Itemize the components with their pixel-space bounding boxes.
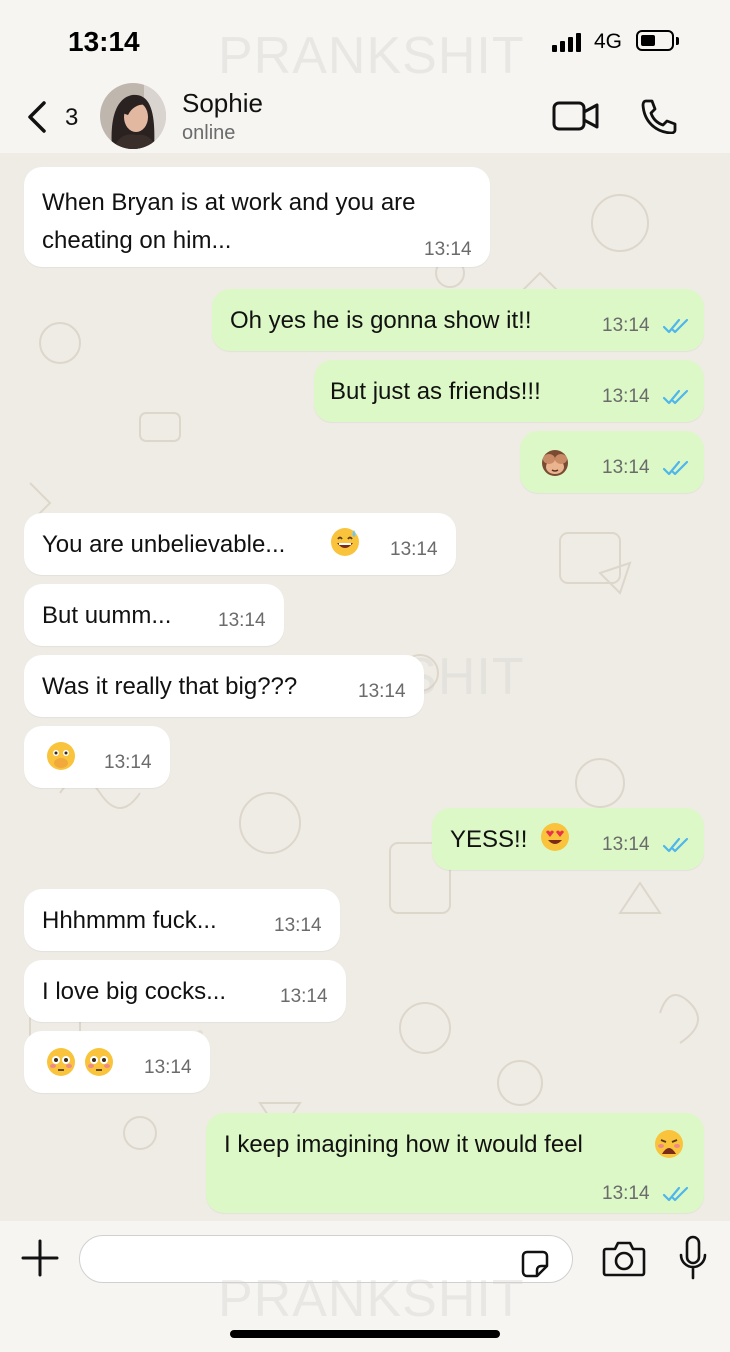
message-text: YESS!! — [450, 826, 528, 853]
message-time: 13:14 — [602, 386, 650, 407]
read-receipt-icon — [662, 317, 690, 335]
message-time: 13:14 — [104, 752, 152, 773]
message-text: But just as friends!!! — [330, 378, 541, 405]
message-time: 13:14 — [144, 1057, 192, 1078]
message-time: 13:14 — [390, 539, 438, 560]
message-time: 13:14 — [602, 834, 650, 855]
message-time: 13:14 — [602, 457, 650, 478]
incoming-message[interactable]: Was it really that big??? 13:14 — [24, 655, 424, 717]
read-receipt-icon — [662, 836, 690, 854]
message-time: 13:14 — [424, 239, 472, 260]
chat-header: 3 Sophie online — [0, 80, 730, 153]
microphone-icon[interactable] — [678, 1235, 708, 1281]
unread-count[interactable]: 3 — [65, 104, 78, 132]
network-type: 4G — [594, 30, 623, 53]
message-time: 13:14 — [274, 915, 322, 936]
message-text: I keep imagining how it would feel — [224, 1131, 583, 1158]
message-text: You are unbelievable... — [42, 531, 286, 558]
outgoing-message[interactable]: 13:14 — [520, 431, 704, 493]
incoming-message[interactable]: You are unbelievable... 13:14 — [24, 513, 456, 575]
message-time: 13:14 — [602, 315, 650, 336]
incoming-message[interactable]: I love big cocks... 13:14 — [24, 960, 346, 1022]
flushed-face-emoji-icon — [84, 1047, 114, 1077]
input-bar: PRANKSHIT — [0, 1221, 730, 1352]
message-time: 13:14 — [358, 681, 406, 702]
status-bar: 13:14 4G PRANKSHIT — [0, 0, 730, 85]
message-time: 13:14 — [218, 610, 266, 631]
contact-name[interactable]: Sophie — [182, 88, 263, 119]
message-text: Was it really that big??? — [42, 673, 298, 700]
see-no-evil-monkey-emoji-icon — [540, 447, 570, 477]
watermark: PRANKSHIT — [218, 1270, 525, 1328]
outgoing-message[interactable]: I keep imagining how it would feel 13:14 — [206, 1113, 704, 1213]
face-with-hand-over-mouth-emoji-icon — [46, 741, 76, 771]
avatar[interactable] — [100, 83, 166, 149]
message-text: Hhhmmm fuck... — [42, 907, 217, 934]
voice-call-icon[interactable] — [638, 98, 678, 134]
battery-icon — [636, 30, 674, 51]
incoming-message[interactable]: 13:14 — [24, 726, 170, 788]
message-time: 13:14 — [602, 1183, 650, 1204]
incoming-message[interactable]: But uumm... 13:14 — [24, 584, 284, 646]
outgoing-message[interactable]: Oh yes he is gonna show it!! 13:14 — [212, 289, 704, 351]
incoming-message[interactable]: Hhhmmm fuck... 13:14 — [24, 889, 340, 951]
video-call-icon[interactable] — [552, 100, 600, 132]
plus-icon[interactable] — [20, 1238, 60, 1278]
camera-icon[interactable] — [602, 1239, 646, 1277]
message-time: 13:14 — [280, 986, 328, 1007]
message-text: But uumm... — [42, 602, 172, 629]
home-indicator[interactable] — [230, 1330, 500, 1338]
grinning-sweat-face-emoji-icon — [330, 527, 360, 557]
weary-face-emoji-icon — [654, 1129, 684, 1159]
message-text: cheating on him... — [42, 227, 232, 254]
contact-status: online — [182, 122, 236, 144]
incoming-message[interactable]: 13:14 — [24, 1031, 210, 1093]
read-receipt-icon — [662, 388, 690, 406]
status-time: 13:14 — [68, 26, 140, 57]
message-text: Oh yes he is gonna show it!! — [230, 307, 532, 334]
watermark: PRANKSHIT — [218, 27, 525, 85]
outgoing-message[interactable]: YESS!! 13:14 — [432, 808, 704, 870]
message-text: I love big cocks... — [42, 978, 227, 1005]
message-text: When Bryan is at work and you are — [42, 189, 416, 216]
signal-icon — [552, 32, 584, 52]
read-receipt-icon — [662, 459, 690, 477]
back-icon[interactable] — [24, 100, 52, 134]
incoming-message[interactable]: When Bryan is at work and you are cheatin… — [24, 167, 490, 267]
chat-messages[interactable]: PRANKSHIT When Bryan is at work and you … — [0, 153, 730, 1221]
read-receipt-icon — [662, 1185, 690, 1203]
outgoing-message[interactable]: But just as friends!!! 13:14 — [314, 360, 704, 422]
heart-eyes-face-emoji-icon — [540, 822, 570, 852]
chat-screen: 13:14 4G PRANKSHIT 3 Sophie online When … — [0, 0, 730, 1352]
flushed-face-emoji-icon — [46, 1047, 76, 1077]
